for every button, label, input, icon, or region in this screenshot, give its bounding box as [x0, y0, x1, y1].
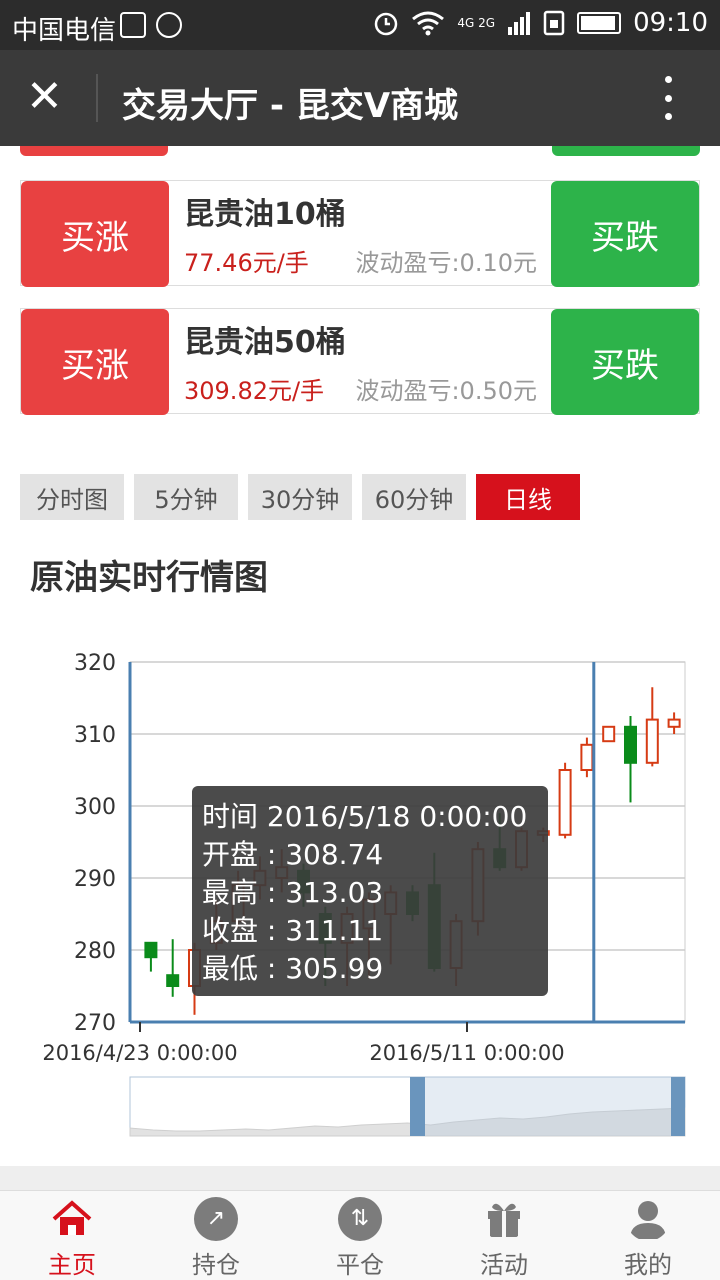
- nav-close-position[interactable]: ⇅ 平仓: [288, 1191, 432, 1280]
- candle-body: [166, 974, 180, 988]
- buy-up-button-partial[interactable]: [20, 146, 168, 156]
- y-tick-label: 280: [74, 939, 116, 964]
- battery-icon: [577, 12, 622, 34]
- product-name: 昆贵油10桶: [184, 197, 346, 232]
- chart-tooltip: 时间 2016/5/18 0:00:00 开盘 : 308.74 最高 : 31…: [192, 786, 548, 996]
- tab-5min[interactable]: 5分钟: [134, 474, 238, 520]
- network-type-label: 4G 2G: [457, 16, 496, 30]
- page-title: 交易大厅 - 昆交V商城: [122, 86, 459, 126]
- tooltip-low: 最低 : 305.99: [202, 952, 384, 985]
- status-bar: 中国电信 4G 2G 09:10: [0, 0, 720, 50]
- buy-up-button[interactable]: 买涨: [21, 181, 169, 287]
- product-float-pnl: 波动盈亏:0.50元: [355, 377, 537, 405]
- carrier-label: 中国电信: [12, 16, 117, 46]
- product-name: 昆贵油50桶: [184, 325, 346, 360]
- title-divider: [96, 74, 98, 122]
- bottom-nav: 主页 ↗ 持仓 ⇅ 平仓 活动 我的: [0, 1190, 720, 1280]
- nav-label: 我的: [624, 1251, 672, 1279]
- buy-down-button[interactable]: 买跌: [551, 181, 699, 287]
- y-tick-label: 270: [74, 1011, 116, 1036]
- trend-icon: ↗: [194, 1197, 238, 1241]
- tab-60min[interactable]: 60分钟: [362, 474, 466, 520]
- swap-icon: ⇅: [338, 1197, 382, 1241]
- candle-body: [558, 769, 572, 836]
- y-tick-label: 320: [74, 651, 116, 676]
- buy-down-button-partial[interactable]: [552, 146, 700, 156]
- product-float-pnl: 波动盈亏:0.10元: [355, 249, 537, 277]
- x-tick-label: 2016/4/23 0:00:00: [42, 1041, 237, 1065]
- nav-label: 活动: [480, 1251, 528, 1279]
- nav-home[interactable]: 主页: [0, 1191, 144, 1280]
- candle-body: [624, 725, 637, 764]
- tab-30min[interactable]: 30分钟: [248, 474, 352, 520]
- candle-body: [144, 941, 158, 959]
- nav-label: 主页: [48, 1251, 96, 1279]
- wifi-icon: [412, 11, 445, 36]
- home-icon: [52, 1200, 92, 1235]
- buy-up-button[interactable]: 买涨: [21, 309, 169, 415]
- tooltip-high: 最高 : 313.03: [202, 876, 384, 909]
- tooltip-time: 时间 2016/5/18 0:00:00: [202, 800, 528, 833]
- timeframe-tabs: 分时图 5分钟 30分钟 60分钟 日线: [20, 474, 590, 520]
- tab-daily[interactable]: 日线: [476, 474, 580, 520]
- x-tick-label: 2016/5/11 0:00:00: [369, 1041, 564, 1065]
- candle-body: [580, 743, 594, 772]
- tooltip-open: 开盘 : 308.74: [202, 838, 384, 871]
- product-row: 买涨 昆贵油10桶 77.46元/手 波动盈亏:0.10元 买跌: [20, 180, 700, 287]
- more-menu-icon[interactable]: [664, 76, 672, 120]
- product-price: 309.82元/手: [184, 377, 325, 405]
- candle-body: [602, 725, 616, 743]
- user-icon: [630, 1201, 666, 1239]
- sim-icon: [543, 10, 565, 36]
- nav-profile[interactable]: 我的: [576, 1191, 720, 1280]
- section-separator: [0, 1166, 720, 1190]
- candle-body: [645, 718, 659, 764]
- y-tick-label: 310: [74, 723, 116, 748]
- nav-positions[interactable]: ↗ 持仓: [144, 1191, 288, 1280]
- candle-body: [667, 718, 681, 728]
- nav-label: 平仓: [336, 1251, 384, 1279]
- title-bar: ✕ 交易大厅 - 昆交V商城: [0, 50, 720, 146]
- nav-activity[interactable]: 活动: [432, 1191, 576, 1280]
- clock: 09:10: [633, 8, 708, 38]
- notification-icon: [156, 12, 182, 38]
- nav-label: 持仓: [192, 1251, 240, 1279]
- y-tick-label: 300: [74, 795, 116, 820]
- gallery-icon: [120, 12, 146, 38]
- product-row: 买涨 昆贵油50桶 309.82元/手 波动盈亏:0.50元 买跌: [20, 308, 700, 415]
- navigator-handle-right: [671, 1077, 685, 1136]
- alarm-icon: [375, 12, 398, 36]
- y-tick-label: 290: [74, 867, 116, 892]
- tab-timeshare[interactable]: 分时图: [20, 474, 124, 520]
- gift-icon: [488, 1203, 520, 1237]
- navigator-mask: [417, 1077, 685, 1136]
- close-icon[interactable]: ✕: [26, 72, 63, 122]
- product-price: 77.46元/手: [184, 249, 309, 277]
- tooltip-close: 收盘 : 311.11: [202, 914, 384, 947]
- buy-down-button[interactable]: 买跌: [551, 309, 699, 415]
- signal-icon: [508, 12, 531, 35]
- chart-title: 原油实时行情图: [30, 558, 268, 598]
- navigator-handle-left: [410, 1077, 425, 1136]
